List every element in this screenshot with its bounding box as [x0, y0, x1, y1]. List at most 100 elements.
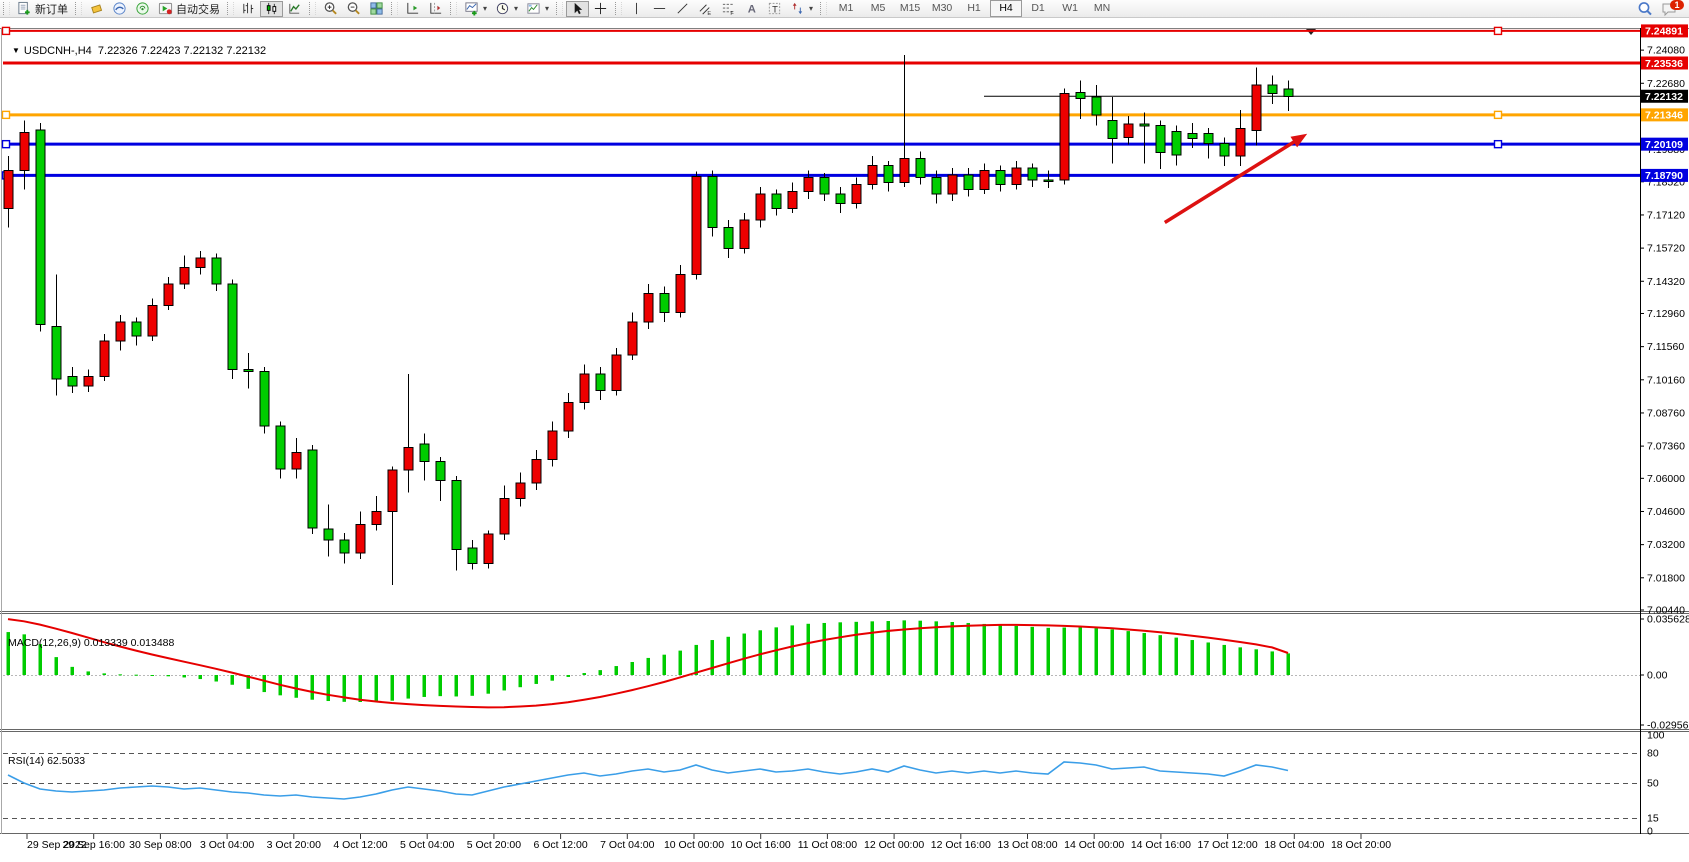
- axis-label: 0.035628: [1647, 614, 1689, 626]
- toolbar-grip[interactable]: [3, 2, 10, 15]
- fibonacci-tool-button[interactable]: F: [717, 1, 740, 17]
- candle-body-up: [628, 322, 637, 355]
- template-button[interactable]: ▾: [522, 1, 553, 17]
- macd-histogram-bar: [487, 675, 491, 694]
- toolbar-grip[interactable]: [820, 2, 827, 15]
- line-handle[interactable]: [1495, 27, 1502, 34]
- candle-body-up: [116, 322, 125, 341]
- macd-histogram-bar: [711, 640, 715, 675]
- add-indicator-icon: [464, 1, 479, 16]
- timeframe-M30[interactable]: M30: [926, 0, 958, 17]
- arrows-tool-button[interactable]: ▾: [786, 1, 817, 17]
- svg-text:T: T: [772, 4, 778, 14]
- candle-body-down: [1108, 121, 1117, 139]
- vertical-line-tool-button[interactable]: [625, 1, 648, 17]
- time-axis-label: 18 Oct 04:00: [1264, 839, 1324, 851]
- line-handle[interactable]: [3, 27, 10, 34]
- macd-histogram-bar: [615, 666, 619, 675]
- symbol-marker-icon: ▼: [12, 46, 20, 55]
- zoom-in-button[interactable]: [319, 1, 342, 17]
- trendline-tool-button[interactable]: [671, 1, 694, 17]
- time-axis-label: 5 Oct 20:00: [467, 839, 521, 851]
- svg-text:F: F: [730, 11, 734, 16]
- candle-body-down: [132, 322, 141, 336]
- macd-histogram-bar: [375, 675, 379, 702]
- macd-histogram-bar: [87, 671, 91, 675]
- crosshair-tool-button[interactable]: [589, 1, 612, 17]
- axis-label: 7.06000: [1647, 473, 1685, 485]
- candle-body-down: [452, 481, 461, 550]
- candle-body-down: [660, 294, 669, 313]
- toolbar-grip[interactable]: [227, 2, 234, 15]
- add-indicator-button[interactable]: ▾: [460, 1, 491, 17]
- signals-button[interactable]: [131, 1, 154, 17]
- candle-body-up: [692, 176, 701, 274]
- macd-histogram-bar: [1207, 642, 1211, 675]
- candle-body-up: [100, 341, 109, 377]
- macd-histogram-bar: [1287, 653, 1291, 675]
- tile-windows-button[interactable]: [365, 1, 388, 17]
- axis-label: 7.22132: [1645, 91, 1683, 103]
- new-order-button[interactable]: 新订单: [13, 1, 72, 17]
- axis-label: 100: [1647, 730, 1665, 742]
- toolbar-grip[interactable]: [75, 2, 82, 15]
- axis-label: 7.22680: [1647, 78, 1685, 90]
- zoom-out-button[interactable]: [342, 1, 365, 17]
- toolbar-grip[interactable]: [391, 2, 398, 15]
- timeframe-M1[interactable]: M1: [830, 0, 862, 17]
- search-button[interactable]: [1633, 1, 1657, 17]
- macd-histogram-bar: [647, 658, 651, 675]
- notifications-button[interactable]: 1: [1657, 1, 1681, 17]
- bar-chart-mode-button[interactable]: [237, 1, 260, 17]
- candle-body-down: [932, 178, 941, 195]
- timeframe-H4[interactable]: H4: [990, 0, 1022, 17]
- channel-tool-button[interactable]: E: [694, 1, 717, 17]
- candle-body-down: [36, 130, 45, 324]
- candle-body-up: [948, 175, 957, 194]
- arrows-icon: [790, 1, 805, 16]
- cursor-tool-button[interactable]: [566, 1, 589, 17]
- line-handle[interactable]: [1495, 111, 1502, 118]
- chart-symbol-period: USDCNH-,H4: [24, 45, 92, 57]
- horizontal-line-tool-button[interactable]: [648, 1, 671, 17]
- candle-body-down: [996, 170, 1005, 184]
- price-chart-canvas[interactable]: 7.240807.226807.212807.198807.185207.171…: [0, 18, 1689, 857]
- toolbar-grip[interactable]: [309, 2, 316, 15]
- chart-shift-button[interactable]: [424, 1, 447, 17]
- candlestick-mode-button[interactable]: [260, 1, 283, 17]
- candle-body-up: [852, 185, 861, 204]
- timeframe-H1[interactable]: H1: [958, 0, 990, 17]
- timeframe-W1[interactable]: W1: [1054, 0, 1086, 17]
- time-axis-label: 4 Oct 12:00: [333, 839, 387, 851]
- axis-label: 7.08760: [1647, 407, 1685, 419]
- candle-body-down: [244, 369, 253, 371]
- timeframe-M15[interactable]: M15: [894, 0, 926, 17]
- line-chart-mode-button[interactable]: [283, 1, 306, 17]
- line-handle[interactable]: [1495, 141, 1502, 148]
- strategy-tester-button[interactable]: [85, 1, 108, 17]
- toolbar-grip[interactable]: [450, 2, 457, 15]
- line-handle[interactable]: [3, 141, 10, 148]
- macd-histogram-bar: [231, 675, 235, 685]
- toolbar-grip[interactable]: [556, 2, 563, 15]
- search-icon: [1637, 1, 1653, 17]
- timeframe-D1[interactable]: D1: [1022, 0, 1054, 17]
- toolbar-grip[interactable]: [615, 2, 622, 15]
- macd-histogram-bar: [1127, 631, 1131, 675]
- period-button[interactable]: ▾: [491, 1, 522, 17]
- candle-body-down: [228, 284, 237, 369]
- candle-body-down: [1188, 134, 1197, 139]
- axis-label: 0: [1647, 826, 1653, 838]
- candle-body-up: [1252, 85, 1261, 130]
- crosshair-icon: [593, 1, 608, 16]
- autotrading-button[interactable]: 自动交易: [154, 1, 224, 17]
- auto-scroll-button[interactable]: [401, 1, 424, 17]
- text-tool-button[interactable]: A: [740, 1, 763, 17]
- axis-label: 7.20109: [1645, 139, 1683, 151]
- charts-button[interactable]: [108, 1, 131, 17]
- timeframe-MN[interactable]: MN: [1086, 0, 1118, 17]
- timeframe-M5[interactable]: M5: [862, 0, 894, 17]
- text-label-tool-button[interactable]: T: [763, 1, 786, 17]
- candle-body-down: [1092, 97, 1101, 115]
- line-handle[interactable]: [3, 111, 10, 118]
